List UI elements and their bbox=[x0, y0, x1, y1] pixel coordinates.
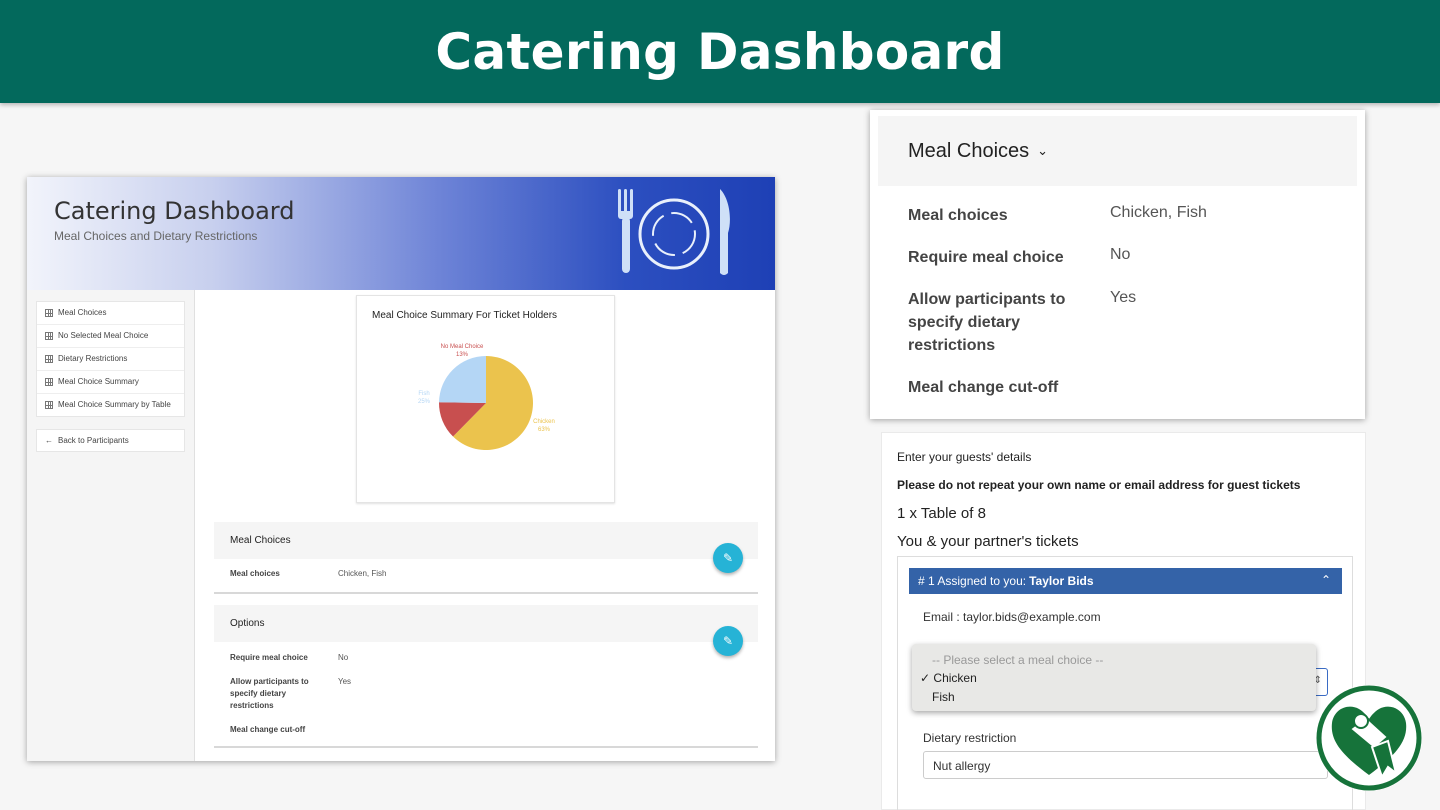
tickets-section-title: You & your partner's tickets bbox=[897, 533, 1079, 550]
setting-key: Meal choices bbox=[908, 207, 1008, 224]
grid-icon bbox=[45, 309, 53, 317]
setting-value: Chicken, Fish bbox=[1110, 204, 1207, 221]
email-label: Email : bbox=[923, 610, 960, 624]
card-row: Meal change cut-off bbox=[214, 718, 758, 746]
ticket-assignment-header[interactable]: # 1 Assigned to you: Taylor Bids ⌃ bbox=[909, 568, 1342, 594]
pie-percent-label: 63% bbox=[538, 427, 551, 433]
row-value: Yes bbox=[338, 677, 352, 686]
option-label: Chicken bbox=[933, 671, 977, 685]
dashboard-header: Catering Dashboard Meal Choices and Diet… bbox=[27, 177, 775, 290]
card-row: Require meal choice No bbox=[214, 642, 758, 670]
ticket-box: # 1 Assigned to you: Taylor Bids ⌃ Email… bbox=[897, 556, 1353, 810]
row-key: Require meal choice bbox=[230, 653, 308, 662]
options-card: Options Require meal choice No Allow par… bbox=[214, 605, 758, 748]
meal-choices-card: Meal Choices Meal choices Chicken, Fish … bbox=[214, 522, 758, 594]
row-key: Allow participants to specify dietary re… bbox=[230, 677, 309, 710]
checkmark-icon: ✓ bbox=[920, 671, 931, 685]
heart-hand-ribbon-logo bbox=[1316, 685, 1422, 791]
card-heading: Meal Choices bbox=[214, 522, 758, 559]
form-warning: Please do not repeat your own name or em… bbox=[897, 478, 1301, 492]
pie-chart: Chicken 63% No Meal Choice 13% Fish 25% bbox=[418, 344, 555, 450]
card-row: Allow participants to specify dietary re… bbox=[214, 670, 758, 718]
pie-label: Chicken bbox=[533, 419, 555, 425]
dropdown-option-chicken[interactable]: ✓ Chicken bbox=[920, 671, 977, 685]
meal-choices-settings-panel: Meal Choices ⌄ Meal choices Chicken, Fis… bbox=[870, 110, 1365, 419]
top-banner: Catering Dashboard bbox=[0, 0, 1440, 103]
row-value: Chicken, Fish bbox=[338, 569, 387, 578]
arrow-left-icon: ← bbox=[45, 436, 53, 445]
sidebar-item-label: Meal Choice Summary by Table bbox=[58, 400, 171, 409]
setting-key: Allow participants to specify dietary re… bbox=[908, 291, 1066, 354]
dashboard-main: Meal Choice Summary For Ticket Holders C… bbox=[195, 290, 775, 761]
pie-chart-card: Meal Choice Summary For Ticket Holders C… bbox=[356, 295, 615, 503]
sidebar-item-no-selected-meal-choice[interactable]: No Selected Meal Choice bbox=[37, 325, 184, 348]
panel-heading: Meal Choices bbox=[908, 139, 1030, 162]
email-readout: Email : taylor.bids@example.com bbox=[923, 610, 1101, 624]
form-intro: Enter your guests' details bbox=[897, 450, 1032, 464]
assignment-prefix: # 1 Assigned to you: bbox=[918, 574, 1027, 588]
pencil-icon: ✎ bbox=[722, 551, 734, 565]
dashboard-sidebar: Meal Choices No Selected Meal Choice Die… bbox=[27, 290, 195, 761]
sidebar-item-label: Meal Choice Summary bbox=[58, 377, 139, 386]
assignee-name: Taylor Bids bbox=[1029, 574, 1094, 588]
back-link-label: Back to Participants bbox=[58, 436, 129, 445]
card-heading: Options bbox=[214, 605, 758, 642]
pie-label: No Meal Choice bbox=[441, 344, 484, 350]
banner-title: Catering Dashboard bbox=[435, 22, 1005, 81]
setting-value: Yes bbox=[1110, 289, 1137, 306]
pie-label: Fish bbox=[418, 391, 429, 397]
card-row: Meal choices Chicken, Fish bbox=[214, 559, 758, 592]
pie-percent-label: 25% bbox=[418, 399, 431, 405]
pie-slice-fish bbox=[439, 356, 486, 403]
sidebar-item-label: No Selected Meal Choice bbox=[58, 331, 149, 340]
row-key: Meal change cut-off bbox=[230, 725, 306, 734]
pie-percent-label: 13% bbox=[456, 352, 469, 358]
sidebar-item-meal-choice-summary[interactable]: Meal Choice Summary bbox=[37, 371, 184, 394]
dietary-restriction-input[interactable]: Nut allergy bbox=[923, 751, 1328, 779]
setting-key: Meal change cut-off bbox=[908, 379, 1059, 396]
sidebar-item-meal-choice-summary-by-table[interactable]: Meal Choice Summary by Table bbox=[37, 394, 184, 416]
pencil-icon: ✎ bbox=[722, 634, 734, 648]
chevron-down-icon: ⌄ bbox=[1037, 143, 1049, 158]
setting-key: Require meal choice bbox=[908, 249, 1064, 266]
chevron-up-icon: ⌃ bbox=[1320, 573, 1331, 587]
meal-choices-collapse-header[interactable]: Meal Choices ⌄ bbox=[878, 116, 1357, 186]
row-key: Meal choices bbox=[230, 569, 280, 578]
meal-choice-dropdown[interactable]: -- Please select a meal choice -- ✓ Chic… bbox=[912, 644, 1316, 711]
dietary-restriction-label: Dietary restriction bbox=[923, 731, 1017, 745]
dashboard-subtitle: Meal Choices and Dietary Restrictions bbox=[54, 229, 258, 243]
sidebar-item-meal-choices[interactable]: Meal Choices bbox=[37, 302, 184, 325]
ticket-type: 1 x Table of 8 bbox=[897, 505, 986, 522]
dashboard-title: Catering Dashboard bbox=[54, 197, 295, 225]
grid-icon bbox=[45, 332, 53, 340]
edit-options-button[interactable]: ✎ bbox=[713, 626, 743, 656]
sidebar-menu: Meal Choices No Selected Meal Choice Die… bbox=[36, 301, 185, 417]
setting-value: No bbox=[1110, 246, 1131, 263]
catering-dashboard-window: Catering Dashboard Meal Choices and Diet… bbox=[27, 177, 775, 761]
dropdown-option-placeholder[interactable]: -- Please select a meal choice -- bbox=[932, 653, 1103, 667]
sidebar-item-label: Meal Choices bbox=[58, 308, 107, 317]
row-value: No bbox=[338, 653, 349, 662]
grid-icon bbox=[45, 401, 53, 409]
grid-icon bbox=[45, 355, 53, 363]
sidebar-item-label: Dietary Restrictions bbox=[58, 354, 128, 363]
dropdown-option-fish[interactable]: Fish bbox=[932, 690, 955, 704]
guest-details-form: Enter your guests' details Please do not… bbox=[881, 432, 1366, 810]
back-to-participants-link[interactable]: ← Back to Participants bbox=[36, 429, 185, 452]
email-value: taylor.bids@example.com bbox=[963, 610, 1101, 624]
grid-icon bbox=[45, 378, 53, 386]
plate-cutlery-icon bbox=[618, 189, 730, 275]
sidebar-item-dietary-restrictions[interactable]: Dietary Restrictions bbox=[37, 348, 184, 371]
edit-meal-choices-button[interactable]: ✎ bbox=[713, 543, 743, 573]
